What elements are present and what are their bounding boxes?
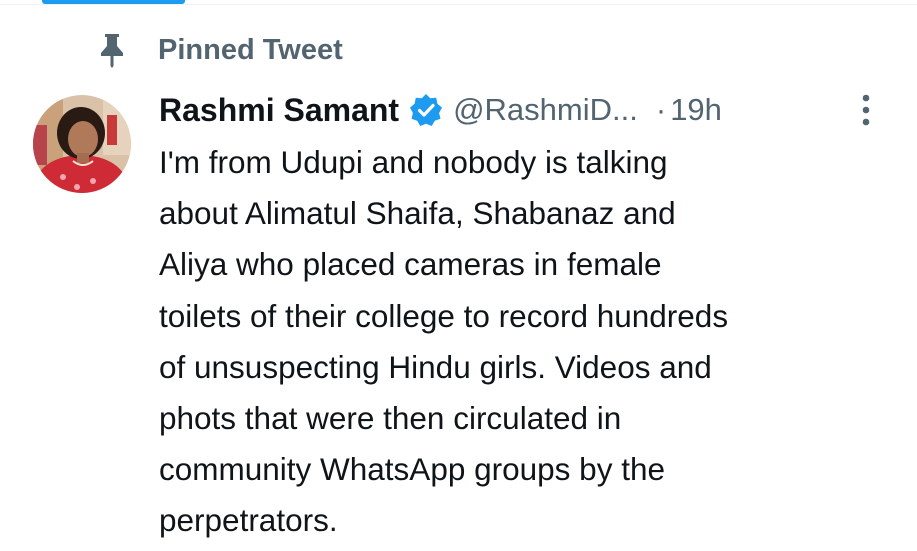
tweet-text-line: Aliya who placed cameras in female — [159, 246, 662, 283]
tweet-text-line: of unsuspecting Hindu girls. Videos and — [159, 348, 712, 385]
tweet-header: Rashmi Samant @RashmiD... · 19h — [159, 84, 889, 136]
tweet-text: I'm from Udupi and nobody is talking abo… — [159, 137, 904, 547]
pinned-label: Pinned Tweet — [158, 33, 343, 66]
author-handle[interactable]: @RashmiD... — [453, 92, 638, 128]
verified-badge-icon — [409, 93, 443, 127]
pinned-tweet-indicator: Pinned Tweet — [96, 30, 343, 70]
more-dots-icon[interactable] — [856, 90, 876, 130]
tweet-text-line: toilets of their college to record hundr… — [159, 297, 729, 334]
top-divider — [0, 4, 917, 5]
tweet-timestamp[interactable]: 19h — [670, 92, 722, 128]
tab-active-indicator — [42, 0, 185, 4]
tweet-text-line: community WhatsApp groups by the — [159, 451, 665, 488]
pin-icon — [96, 30, 128, 70]
author-display-name[interactable]: Rashmi Samant — [159, 92, 399, 129]
tweet-text-line: perpetrators. — [159, 502, 338, 539]
tweet-text-line: I'm from Udupi and nobody is talking — [159, 144, 668, 180]
tweet-text-line: phots that were then circulated in — [159, 400, 622, 437]
separator-dot: · — [655, 92, 667, 127]
tweet-text-line: about Alimatul Shaifa, Shabanaz and — [159, 195, 676, 232]
avatar[interactable] — [33, 95, 131, 193]
